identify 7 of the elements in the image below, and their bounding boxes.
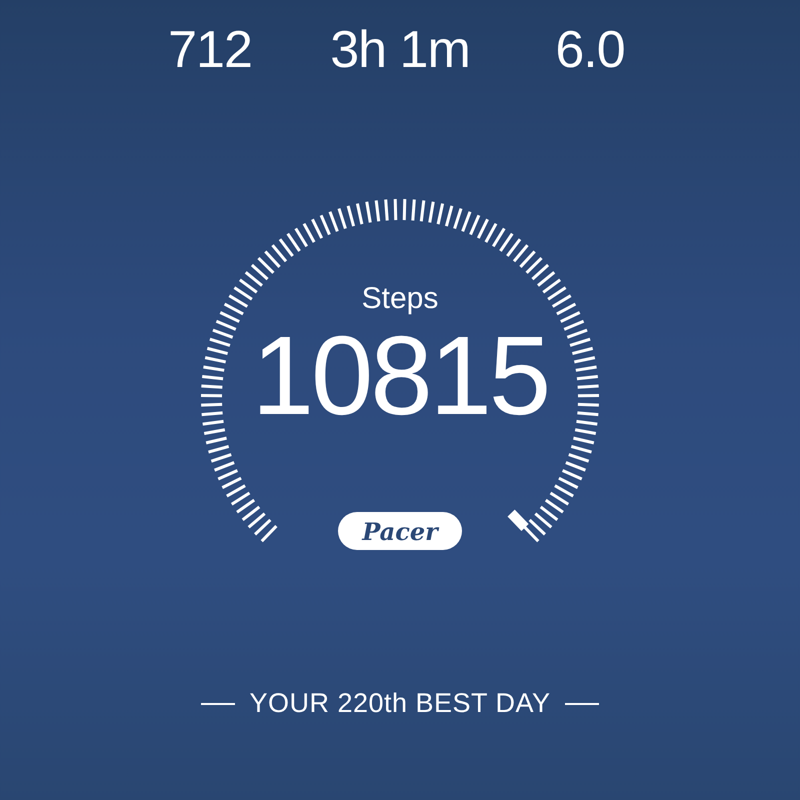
stat-value: 3h 1m	[329, 20, 471, 80]
best-day-text: YOUR 220th BEST DAY	[249, 688, 551, 719]
stat-value: 712	[167, 20, 253, 80]
steps-count: 10815	[252, 313, 548, 438]
steps-label: Steps	[362, 282, 438, 315]
logo: Pacer	[338, 512, 462, 550]
stat-value: 6.0	[554, 20, 626, 80]
